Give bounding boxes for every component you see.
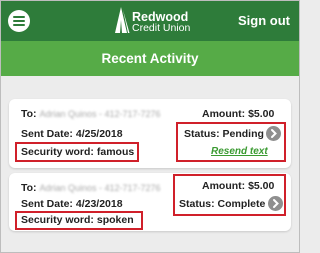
amount-field: Amount: $5.00	[202, 180, 274, 192]
amount-value: $5.00	[248, 180, 275, 192]
redwood-logo: Redwood Credit Union	[112, 6, 208, 36]
to-label: To:	[21, 108, 37, 120]
status-value: Complete	[217, 198, 266, 210]
security-word-value: spoken	[96, 214, 134, 226]
amount-label: Amount:	[202, 108, 246, 120]
status-field: Status: Pending	[184, 128, 264, 140]
status-label: Status:	[179, 198, 215, 210]
recipient-value: Adrian Quinos - 412-717-7276	[39, 183, 161, 193]
to-field: To: Adrian Quinos - 412-717-7276	[21, 182, 161, 194]
security-word-field: Security word: spoken	[21, 214, 134, 226]
transaction-card: To: Adrian Quinos - 412-717-7276 Sent Da…	[9, 173, 291, 231]
sent-date-label: Sent Date:	[21, 198, 73, 210]
sign-out-link[interactable]: Sign out	[238, 13, 290, 28]
amount-field: Amount: $5.00	[202, 108, 274, 120]
amount-label: Amount:	[202, 180, 246, 192]
recipient-value: Adrian Quinos - 412-717-7276	[39, 109, 161, 119]
security-word-label: Security word:	[21, 146, 94, 158]
status-field: Status: Complete	[179, 198, 265, 210]
tree-icon	[115, 7, 130, 33]
sent-date-field: Sent Date: 4/25/2018	[21, 128, 123, 140]
menu-icon[interactable]	[8, 10, 30, 32]
to-label: To:	[21, 182, 37, 194]
sent-date-field: Sent Date: 4/23/2018	[21, 198, 123, 210]
sent-date-value: 4/23/2018	[75, 198, 123, 210]
status-value: Pending	[222, 128, 264, 140]
amount-value: $5.00	[248, 108, 275, 120]
security-word-field: Security word: famous	[21, 146, 134, 158]
to-field: To: Adrian Quinos - 412-717-7276	[21, 108, 161, 120]
chevron-right-icon[interactable]	[266, 126, 281, 141]
resend-text-link[interactable]: Resend text	[211, 146, 268, 157]
page-title: Recent Activity	[1, 41, 299, 76]
app-header: Redwood Credit Union Sign out	[1, 1, 299, 41]
security-word-label: Security word:	[21, 214, 94, 226]
sent-date-value: 4/25/2018	[75, 128, 123, 140]
chevron-right-icon[interactable]	[268, 196, 283, 211]
transaction-card: To: Adrian Quinos - 412-717-7276 Sent Da…	[9, 99, 291, 168]
logo-line2: Credit Union	[132, 22, 191, 34]
security-word-value: famous	[96, 146, 135, 158]
sent-date-label: Sent Date:	[21, 128, 73, 140]
app-frame: Redwood Credit Union Sign out Recent Act…	[0, 0, 300, 253]
status-label: Status:	[184, 128, 220, 140]
